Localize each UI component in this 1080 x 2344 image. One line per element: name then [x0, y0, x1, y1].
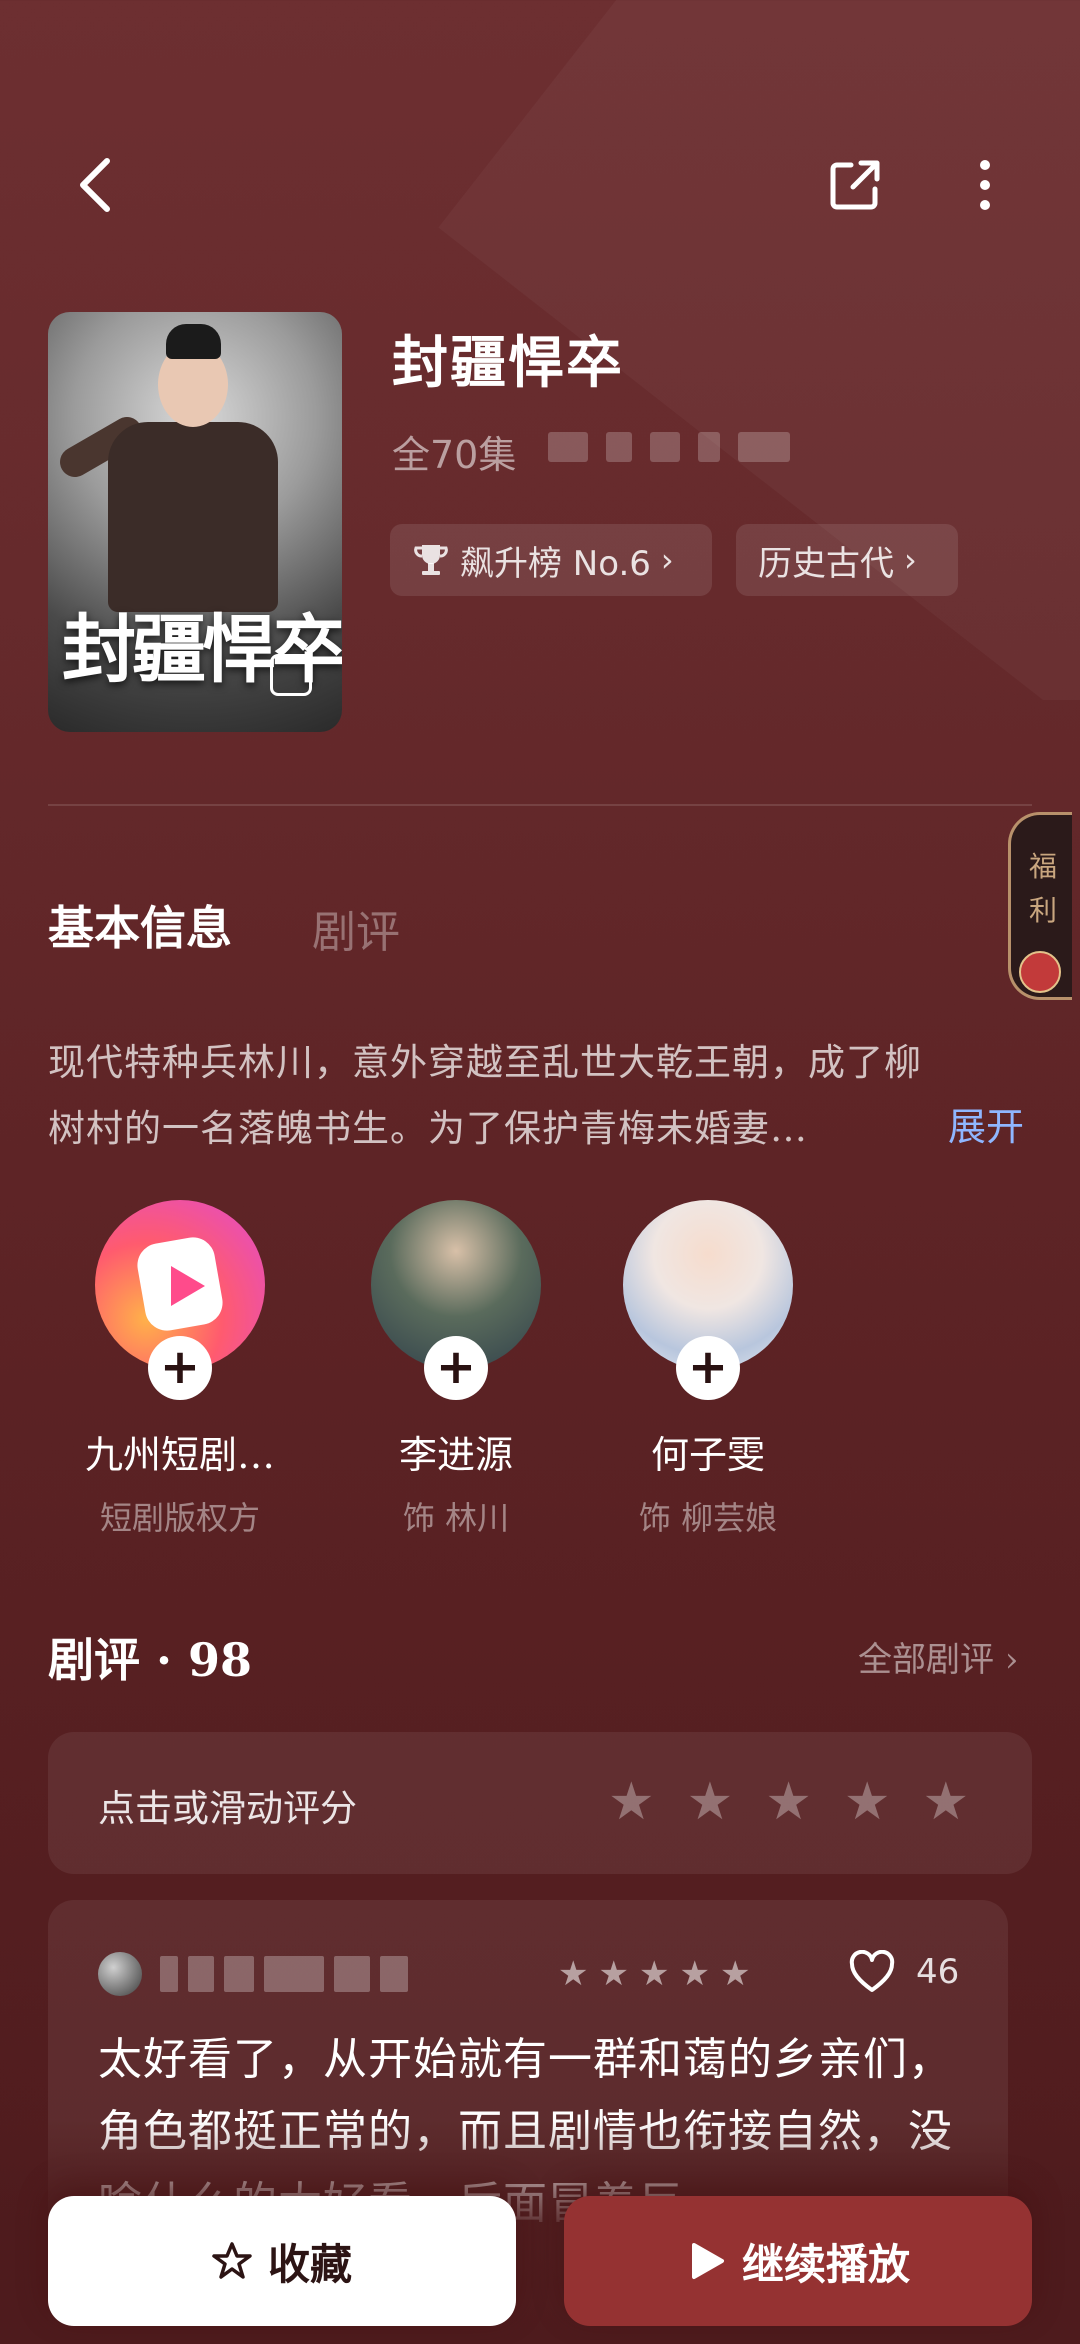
- continue-play-label: 继续播放: [741, 2239, 910, 2289]
- star-outline-icon: [212, 2242, 252, 2279]
- star-icon[interactable]: ★: [923, 1772, 970, 1832]
- tab-basic-info[interactable]: 基本信息: [48, 892, 232, 958]
- avatar[interactable]: +: [371, 1200, 541, 1400]
- red-envelope-icon: [1019, 951, 1061, 993]
- divider: [48, 804, 1032, 806]
- follow-plus-icon[interactable]: +: [148, 1336, 212, 1400]
- welfare-label: 福利: [1028, 850, 1057, 927]
- cast-role: 饰 柳芸娘: [638, 1499, 778, 1537]
- cast-item[interactable]: + 何子雯 饰 柳芸娘: [598, 1200, 818, 1539]
- avatar: [98, 1952, 142, 1996]
- trophy-icon: [414, 545, 448, 575]
- cast-name: 九州短剧…: [84, 1433, 275, 1477]
- cast-item[interactable]: + 九州短剧… 短剧版权方: [70, 1200, 290, 1539]
- continue-play-button[interactable]: 继续播放: [564, 2196, 1032, 2326]
- star-icon: ★: [719, 1954, 751, 1994]
- star-icon[interactable]: ★: [687, 1772, 734, 1832]
- share-button[interactable]: [820, 150, 890, 220]
- play-icon: [691, 2243, 724, 2279]
- more-vertical-icon: [980, 160, 990, 210]
- all-reviews-label: 全部剧评: [858, 1640, 994, 1680]
- expand-link[interactable]: 展开: [948, 1096, 1024, 1151]
- star-icon: ★: [558, 1954, 589, 1994]
- cast-role: 短剧版权方: [99, 1499, 260, 1537]
- rating-stars[interactable]: ★ ★ ★ ★ ★: [608, 1772, 969, 1832]
- star-icon: ★: [598, 1954, 629, 1994]
- avatar[interactable]: +: [623, 1200, 793, 1400]
- favorite-label: 收藏: [267, 2239, 352, 2289]
- drama-poster[interactable]: 封疆悍卒: [48, 312, 342, 732]
- blurred-meta: [548, 432, 790, 462]
- cast-name: 何子雯: [650, 1433, 765, 1477]
- cast-name: 李进源: [398, 1433, 513, 1477]
- chevron-right-icon: ›: [904, 541, 917, 579]
- follow-plus-icon[interactable]: +: [424, 1336, 488, 1400]
- favorite-button[interactable]: 收藏: [48, 2196, 516, 2326]
- genre-tag[interactable]: 历史古代 ›: [736, 524, 958, 596]
- more-options-button[interactable]: [950, 150, 1020, 220]
- rating-box[interactable]: 点击或滑动评分 ★ ★ ★ ★ ★: [48, 1732, 1032, 1874]
- welfare-side-tab[interactable]: 福利: [1008, 812, 1072, 1000]
- all-reviews-link[interactable]: 全部剧评 ›: [858, 1632, 1018, 1681]
- reviewer-name-blurred: [160, 1956, 408, 1992]
- heart-icon[interactable]: [848, 1950, 896, 1994]
- cast-item[interactable]: + 李进源 饰 林川: [346, 1200, 566, 1539]
- drama-title: 封疆悍卒: [392, 330, 624, 396]
- follow-plus-icon[interactable]: +: [676, 1336, 740, 1400]
- synopsis-line-1: 现代特种兵林川，意外穿越至乱世大乾王朝，成了柳: [48, 1041, 922, 1084]
- chevron-left-icon: [80, 158, 110, 212]
- star-icon: ★: [638, 1954, 670, 1994]
- star-icon[interactable]: ★: [765, 1772, 812, 1832]
- avatar[interactable]: +: [95, 1200, 265, 1400]
- poster-badge-icon: [270, 654, 312, 696]
- star-icon: ★: [679, 1954, 710, 1994]
- chevron-right-icon: ›: [1004, 1640, 1019, 1680]
- reviews-title: 剧评 · 98: [48, 1633, 253, 1687]
- chevron-right-icon: ›: [660, 541, 674, 579]
- tab-reviews[interactable]: 剧评: [312, 896, 400, 960]
- back-button[interactable]: [60, 150, 130, 220]
- rank-tag[interactable]: 飙升榜 No.6 ›: [390, 524, 712, 596]
- cast-role: 饰 林川: [402, 1499, 510, 1537]
- like-count: 46: [916, 1952, 960, 1992]
- episode-count: 全70集: [392, 433, 517, 477]
- genre-tag-label: 历史古代: [758, 543, 894, 584]
- synopsis[interactable]: 现代特种兵林川，意外穿越至乱世大乾王朝，成了柳 树村的一名落魄书生。为了保护青梅…: [48, 1030, 1032, 1162]
- rank-tag-label: 飙升榜 No.6: [460, 543, 651, 584]
- review-stars: ★ ★ ★ ★ ★: [558, 1954, 750, 1994]
- star-icon[interactable]: ★: [608, 1772, 655, 1832]
- share-icon: [830, 160, 880, 210]
- synopsis-line-2: 树村的一名落魄书生。为了保护青梅未婚妻…: [48, 1107, 808, 1150]
- rating-prompt: 点击或滑动评分: [98, 1787, 357, 1830]
- star-icon[interactable]: ★: [844, 1772, 891, 1832]
